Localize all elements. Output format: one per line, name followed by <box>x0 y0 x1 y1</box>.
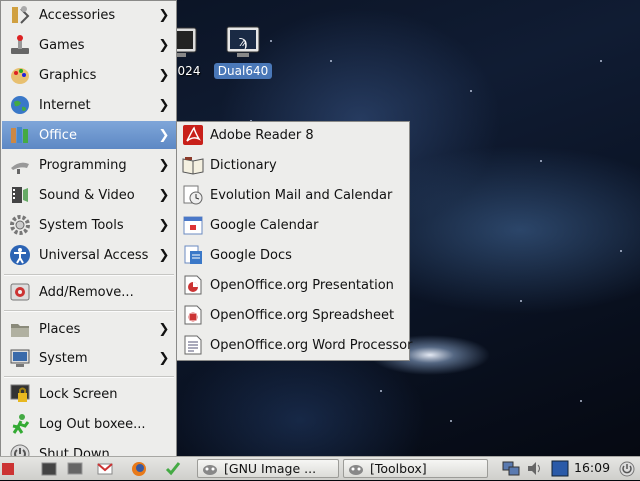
menu-item-oo-spreadsheet[interactable]: OpenOffice.org Spreadsheet <box>178 300 408 330</box>
chevron-right-icon: ❯ <box>158 217 170 233</box>
evolution-icon <box>182 184 204 206</box>
star <box>600 60 602 62</box>
task-label: [GNU Image ... <box>224 461 317 476</box>
chevron-right-icon: ❯ <box>158 7 170 23</box>
star <box>540 160 542 162</box>
menu-separator <box>4 274 174 276</box>
adobe-reader-icon <box>182 124 204 146</box>
menu-item-system[interactable]: System ❯ <box>2 344 176 372</box>
launcher-firefox-icon[interactable] <box>130 460 148 477</box>
menu-item-google-calendar[interactable]: Google Calendar <box>178 210 408 240</box>
task-gnu-image[interactable]: [GNU Image ... <box>197 459 339 478</box>
google-docs-icon <box>182 244 204 266</box>
menu-item-sound-video[interactable]: Sound & Video ❯ <box>2 181 176 209</box>
chevron-right-icon: ❯ <box>158 97 170 113</box>
applications-menu: Accessories ❯ Games ❯ Graphics ❯ Interne… <box>0 0 177 470</box>
power-icon[interactable] <box>618 460 636 477</box>
menu-item-office[interactable]: Office ❯ <box>2 121 176 149</box>
menu-separator <box>4 310 174 312</box>
menu-item-system-tools[interactable]: System Tools ❯ <box>2 211 176 239</box>
star <box>580 400 582 402</box>
menu-separator <box>4 376 174 378</box>
star <box>620 250 622 252</box>
logout-icon <box>9 413 31 435</box>
spreadsheet-icon <box>182 304 204 326</box>
programming-icon <box>9 154 31 176</box>
internet-icon <box>9 94 31 116</box>
task-label: [Toolbox] <box>370 461 427 476</box>
menu-item-places[interactable]: Places ❯ <box>2 315 176 343</box>
lock-icon <box>9 383 31 405</box>
google-calendar-icon <box>182 214 204 236</box>
menu-item-oo-presentation[interactable]: OpenOffice.org Presentation <box>178 270 408 300</box>
graphics-icon <box>9 64 31 86</box>
system-icon <box>9 347 31 369</box>
menu-item-google-docs[interactable]: Google Docs <box>178 240 408 270</box>
menu-item-add-remove[interactable]: Add/Remove... <box>2 278 176 306</box>
menu-item-oo-word-processor[interactable]: OpenOffice.org Word Processor <box>178 330 412 360</box>
launcher-checkmark-icon[interactable] <box>164 460 182 477</box>
launcher-red-icon[interactable] <box>0 460 18 477</box>
network-icon[interactable] <box>502 460 520 477</box>
menu-item-dictionary[interactable]: Dictionary <box>178 150 408 180</box>
menu-item-lock-screen[interactable]: Lock Screen <box>2 380 176 408</box>
menu-item-accessories[interactable]: Accessories ❯ <box>2 1 176 29</box>
menu-item-universal-access[interactable]: Universal Access ❯ <box>2 241 176 269</box>
menu-item-programming[interactable]: Programming ❯ <box>2 151 176 179</box>
star <box>520 300 522 302</box>
chevron-right-icon: ❯ <box>158 67 170 83</box>
office-icon <box>9 124 31 146</box>
menu-item-internet[interactable]: Internet ❯ <box>2 91 176 119</box>
monitor-icon: ϡ <box>221 26 265 60</box>
menu-item-evolution[interactable]: Evolution Mail and Calendar <box>178 180 408 210</box>
desktop-icon-label: Dual640 <box>213 63 273 79</box>
launcher-mail-icon[interactable] <box>96 460 114 477</box>
star <box>470 90 472 92</box>
accessories-icon <box>9 4 31 26</box>
workspace-icon[interactable] <box>551 460 569 477</box>
chevron-right-icon: ❯ <box>158 37 170 53</box>
add-remove-icon <box>9 281 31 303</box>
menu-item-graphics[interactable]: Graphics ❯ <box>2 61 176 89</box>
places-icon <box>9 318 31 340</box>
launcher-display-icon[interactable] <box>66 460 84 477</box>
sound-video-icon <box>9 184 31 206</box>
presentation-icon <box>182 274 204 296</box>
chevron-right-icon: ❯ <box>158 350 170 366</box>
clock[interactable]: 16:09 <box>574 460 610 475</box>
chevron-right-icon: ❯ <box>158 321 170 337</box>
task-toolbox[interactable]: [Toolbox] <box>343 459 488 478</box>
chevron-right-icon: ❯ <box>158 247 170 263</box>
volume-icon[interactable] <box>526 460 544 477</box>
universal-access-icon <box>9 244 31 266</box>
taskbar: [GNU Image ... [Toolbox] 16:09 <box>0 456 640 480</box>
menu-item-games[interactable]: Games ❯ <box>2 31 176 59</box>
menu-item-log-out[interactable]: Log Out boxee... <box>2 410 176 438</box>
dictionary-icon <box>182 154 204 176</box>
desktop-icon-dual640[interactable]: ϡ Dual640 <box>208 26 278 79</box>
chevron-right-icon: ❯ <box>158 187 170 203</box>
star <box>330 60 332 62</box>
office-submenu: Adobe Reader 8 Dictionary Evolution Mail… <box>176 120 412 361</box>
star <box>450 420 452 422</box>
launcher-terminal-icon[interactable] <box>40 460 58 477</box>
gimp-icon <box>348 462 364 476</box>
system-tools-icon <box>9 214 31 236</box>
word-processor-icon <box>182 334 204 356</box>
chevron-right-icon: ❯ <box>158 157 170 173</box>
games-icon <box>9 34 31 56</box>
gimp-icon <box>202 462 218 476</box>
chevron-right-icon: ❯ <box>158 127 170 143</box>
star <box>380 390 382 392</box>
menu-item-adobe-reader[interactable]: Adobe Reader 8 <box>178 120 408 150</box>
svg-text:ϡ: ϡ <box>239 32 248 50</box>
